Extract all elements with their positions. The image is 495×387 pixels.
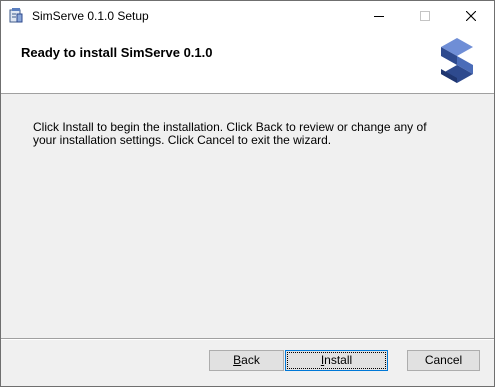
minimize-icon — [374, 16, 384, 17]
close-icon — [466, 11, 476, 21]
title-bar[interactable]: SimServe 0.1.0 Setup — [1, 1, 494, 31]
instructions-text: Click Install to begin the installation.… — [33, 120, 427, 147]
minimize-button[interactable] — [356, 1, 402, 31]
footer-divider — [1, 338, 494, 340]
close-button[interactable] — [448, 1, 494, 31]
cancel-button[interactable]: Cancel — [407, 350, 480, 371]
maximize-button — [402, 1, 448, 31]
page-title: Ready to install SimServe 0.1.0 — [21, 45, 213, 60]
wizard-header: Ready to install SimServe 0.1.0 — [1, 31, 494, 94]
installer-app-icon — [8, 7, 24, 24]
back-accelerator: B — [233, 353, 242, 367]
install-button[interactable]: Install — [285, 350, 388, 371]
window-title: SimServe 0.1.0 Setup — [32, 9, 149, 23]
simserve-logo-icon — [437, 35, 477, 87]
back-label: ack — [241, 353, 260, 367]
maximize-icon — [420, 11, 430, 21]
focus-rectangle — [287, 352, 386, 369]
back-button[interactable]: Back — [209, 350, 284, 371]
installer-window: SimServe 0.1.0 Setup Ready to install Si… — [0, 0, 495, 387]
